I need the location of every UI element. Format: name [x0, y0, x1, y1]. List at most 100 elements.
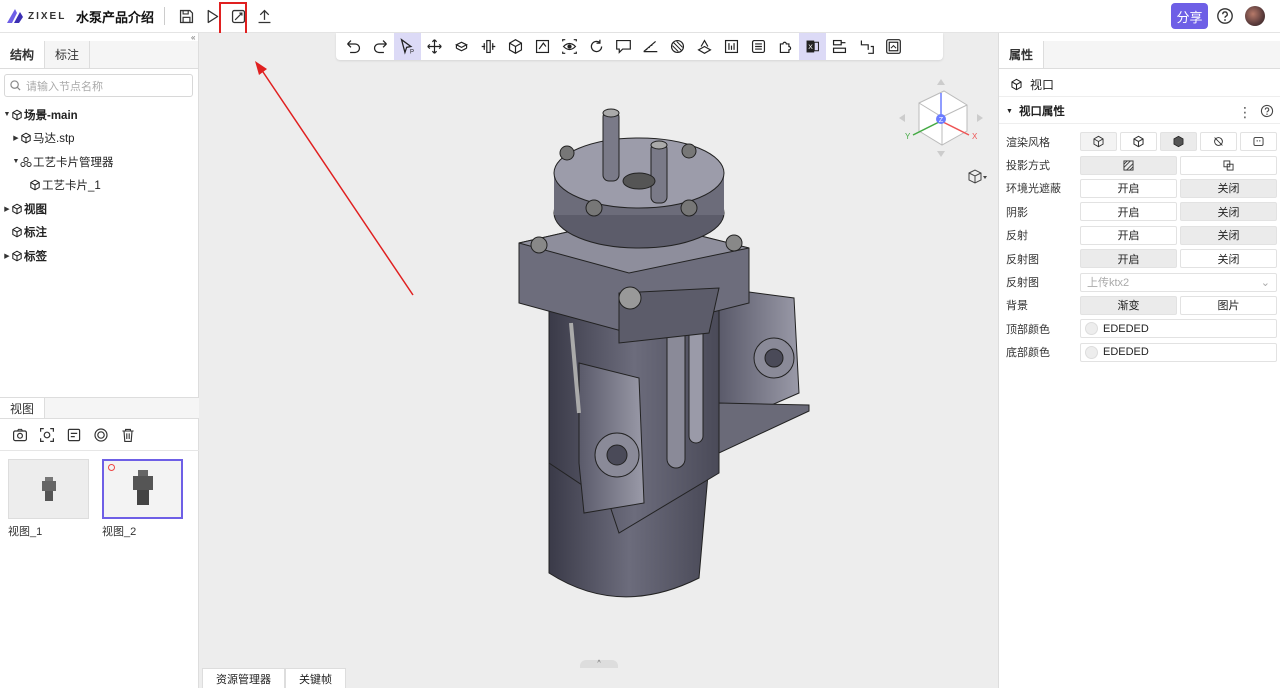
tab-resource-manager[interactable]: 资源管理器: [202, 668, 285, 688]
top-color-value: EDEDED: [1103, 322, 1149, 335]
shadow-off-button[interactable]: 关闭: [1180, 202, 1277, 222]
zixel-logo[interactable]: ZIXEL: [6, 8, 72, 24]
orthographic-button[interactable]: [1180, 155, 1277, 175]
3d-viewport[interactable]: Z X Y: [199, 33, 998, 688]
bg-gradient-button[interactable]: 渐变: [1080, 295, 1177, 315]
caret-right-icon[interactable]: ▶: [3, 252, 11, 260]
avatar[interactable]: [1245, 6, 1265, 26]
node-search-input[interactable]: 请输入节点名称: [4, 74, 193, 97]
tab-views[interactable]: 视图: [0, 398, 46, 418]
help-icon[interactable]: [1260, 104, 1274, 118]
svg-text:X: X: [808, 44, 813, 51]
ktx2-upload-select[interactable]: 上传ktx2 ⌄: [1080, 272, 1277, 292]
delete-icon[interactable]: [114, 427, 141, 443]
save-icon[interactable]: [173, 3, 199, 29]
cube-icon: [30, 179, 40, 191]
group-icon: [20, 156, 32, 167]
view-thumb-1[interactable]: 视图_1: [8, 459, 89, 539]
camera-icon[interactable]: [6, 427, 33, 443]
reflection-map-row: 反射图 开启 关闭: [999, 247, 1280, 270]
measure-icon[interactable]: [637, 33, 664, 60]
caret-right-icon[interactable]: ▶: [3, 205, 11, 213]
redo-icon[interactable]: [367, 33, 394, 60]
shadow-on-button[interactable]: 开启: [1080, 202, 1177, 222]
undo-icon[interactable]: [340, 33, 367, 60]
excel-icon[interactable]: X: [799, 33, 826, 60]
render-style-row: 渲染风格: [999, 130, 1280, 153]
connector-icon[interactable]: [853, 33, 880, 60]
reflection-map-on-button[interactable]: 开启: [1080, 249, 1177, 269]
gallery-icon[interactable]: [880, 33, 907, 60]
caret-down-icon[interactable]: ▼: [3, 111, 11, 118]
plugin-icon[interactable]: [772, 33, 799, 60]
prop-label: 反射图: [1006, 277, 1039, 290]
ao-off-button[interactable]: 关闭: [1180, 178, 1277, 198]
upload-icon[interactable]: [251, 3, 277, 29]
arrange-icon[interactable]: [826, 33, 853, 60]
render-outline-button[interactable]: [1120, 132, 1157, 152]
render-hidden-button[interactable]: [1200, 132, 1237, 152]
rotate-icon[interactable]: [583, 33, 610, 60]
expand-bottom-icon[interactable]: ^: [580, 660, 618, 668]
caret-down-icon: ▼: [1006, 107, 1013, 115]
ao-on-button[interactable]: 开启: [1080, 178, 1177, 198]
logo-text: ZIXEL: [28, 10, 67, 22]
tree-node[interactable]: ▼ 工艺卡片管理器: [0, 150, 198, 174]
bottom-color-picker[interactable]: EDEDED: [1080, 342, 1277, 362]
tree-node[interactable]: ▶ 视图: [0, 197, 198, 221]
perspective-button[interactable]: [1080, 155, 1177, 175]
view-cube-icon[interactable]: [968, 169, 987, 184]
section-title: 视口属性: [1018, 106, 1065, 118]
caret-right-icon[interactable]: ▶: [12, 134, 20, 142]
tree-node[interactable]: ▶ 标签: [0, 244, 198, 268]
target-icon[interactable]: [87, 427, 114, 443]
view-card-icon[interactable]: [60, 427, 87, 443]
tree-node-label: 场景-main: [24, 109, 78, 122]
select-pointer-icon[interactable]: P: [394, 33, 421, 60]
more-icon[interactable]: ⋮: [1238, 104, 1252, 121]
reflection-map-off-button[interactable]: 关闭: [1180, 249, 1277, 269]
tab-annotation[interactable]: 标注: [45, 41, 91, 68]
assembly-icon[interactable]: [448, 33, 475, 60]
tree-node[interactable]: 标注: [0, 221, 198, 245]
explode-icon[interactable]: [475, 33, 502, 60]
document-title[interactable]: 水泵产品介绍: [76, 7, 154, 26]
material-icon[interactable]: [664, 33, 691, 60]
cube-icon[interactable]: [502, 33, 529, 60]
tab-properties[interactable]: 属性: [999, 41, 1045, 68]
caret-down-icon[interactable]: ▼: [12, 158, 20, 165]
top-color-picker[interactable]: EDEDED: [1080, 319, 1277, 339]
tab-structure[interactable]: 结构: [0, 41, 46, 68]
svg-text:P: P: [410, 49, 414, 55]
render-shaded-button[interactable]: [1160, 132, 1197, 152]
prop-label: 投影方式: [1006, 160, 1050, 173]
tab-keyframes[interactable]: 关键帧: [285, 668, 346, 688]
move-icon[interactable]: [421, 33, 448, 60]
visibility-icon[interactable]: [556, 33, 583, 60]
help-icon[interactable]: [1216, 7, 1234, 25]
comment-icon[interactable]: [610, 33, 637, 60]
tree-node[interactable]: ▶ 马达.stp: [0, 127, 198, 151]
viewport-props-section[interactable]: ▼ 视口属性 ⋮: [999, 99, 1280, 124]
bg-image-button[interactable]: 图片: [1180, 295, 1277, 315]
reflection-off-button[interactable]: 关闭: [1180, 225, 1277, 245]
bom-icon[interactable]: [718, 33, 745, 60]
tree-node[interactable]: 工艺卡片_1: [0, 174, 198, 198]
share-button[interactable]: 分享: [1171, 3, 1208, 29]
layers-icon[interactable]: [691, 33, 718, 60]
focus-icon[interactable]: [33, 427, 60, 443]
collapse-left-icon[interactable]: «: [191, 33, 195, 42]
render-realistic-button[interactable]: [1240, 132, 1277, 152]
list-icon[interactable]: [745, 33, 772, 60]
tree-node[interactable]: ▼ 场景-main: [0, 103, 198, 127]
bottom-color-row: 底部颜色 EDEDED: [999, 341, 1280, 364]
gizmo-z-label: Z: [939, 117, 944, 124]
cube-icon: [12, 226, 22, 238]
render-wireframe-button[interactable]: [1080, 132, 1117, 152]
section-icon[interactable]: [529, 33, 556, 60]
view-thumb-2[interactable]: 视图_2: [102, 459, 183, 539]
orientation-gizmo[interactable]: Z X Y: [899, 79, 983, 157]
reflection-on-button[interactable]: 开启: [1080, 225, 1177, 245]
upload-placeholder: 上传ktx2: [1087, 277, 1130, 290]
top-color-row: 顶部颜色 EDEDED: [999, 317, 1280, 340]
